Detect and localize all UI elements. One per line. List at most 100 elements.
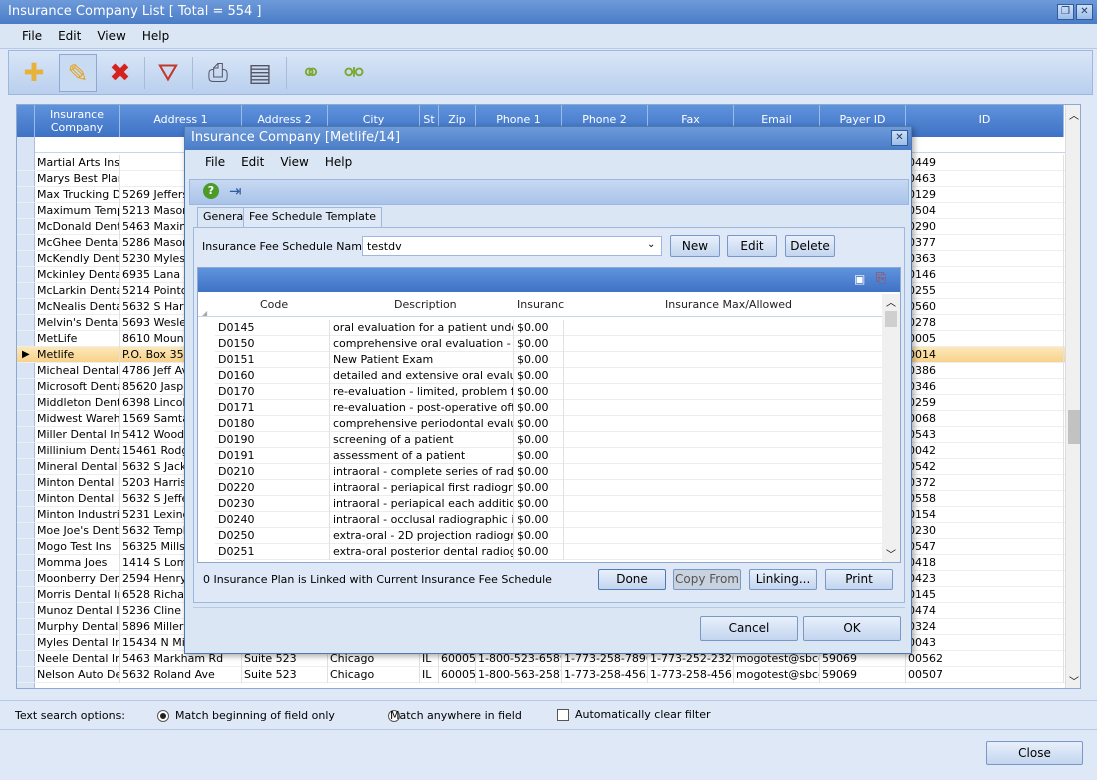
add-icon[interactable]: ✚ [15,54,53,92]
fee-cell-desc: oral evaluation for a patient under [330,320,514,336]
fee-grid-scrollbar[interactable]: ︿ ﹀ [882,294,900,562]
col-description[interactable]: Description [394,298,457,311]
fee-row[interactable]: D0251 extra-oral posterior dental radiogr… [215,544,882,560]
cell-id: 0259 [906,395,1064,411]
fee-row[interactable]: D0250 extra-oral - 2D projection radiogra… [215,528,882,544]
cell-company: McGhee Dental [37,235,120,251]
dialog-close-icon[interactable]: ✕ [891,130,908,146]
fee-row[interactable]: D0191 assessment of a patient $0.00 [215,448,882,464]
cell-id: 0014 [906,347,1064,363]
fee-cell-code: D0160 [215,368,330,384]
fee-cell-code: D0230 [215,496,330,512]
search-options-label: Text search options: [15,709,125,722]
dialog-menu-view[interactable]: View [272,150,316,174]
fee-row[interactable]: D0210 intraoral - complete series of radi… [215,464,882,480]
col-insurance-max[interactable]: Insurance Max/Allowed [665,298,792,311]
tab-fee-schedule-template[interactable]: Fee Schedule Template [243,207,382,228]
cell-email: mogotest@sbcg [736,667,820,683]
grid-scrollbar[interactable]: ︿ ﹀ [1065,105,1080,688]
menu-help[interactable]: Help [134,24,177,48]
cell-id: 0560 [906,299,1064,315]
print-button[interactable]: Print [825,569,893,590]
cell-company: Moe Joe's Dent [37,523,120,539]
fee-scroll-down-icon[interactable]: ﹀ [886,546,896,561]
dialog-menu-help[interactable]: Help [317,150,360,174]
fee-cell-amt: $0.00 [514,464,564,480]
menu-file[interactable]: File [14,24,50,48]
menu-view[interactable]: View [89,24,133,48]
fee-row[interactable]: D0160 detailed and extensive oral evaluat… [215,368,882,384]
fee-row[interactable]: D0145 oral evaluation for a patient under… [215,320,882,336]
fee-row[interactable]: D0170 re-evaluation - limited, problem fo… [215,384,882,400]
ok-button[interactable]: OK [803,616,901,641]
fee-row[interactable]: D0150 comprehensive oral evaluation - ne $… [215,336,882,352]
linking-button[interactable]: Linking... [749,569,817,590]
match-beginning-radio[interactable] [157,710,169,722]
close-icon[interactable]: ✕ [1076,4,1093,20]
scroll-down-icon[interactable]: ﹀ [1069,673,1079,688]
exit-icon[interactable]: ⇥ [229,182,245,200]
cell-company: McKendly Denta [37,251,120,267]
fee-cell-amt: $0.00 [514,544,564,560]
table-row[interactable]: Nelson Auto De 5632 Roland Ave Suite 523 Ch… [17,667,1065,683]
cell-company: Melvin's Dental [37,315,120,331]
toolbar: ✚ ✎ ✖ ⛛ ⎙ ▤ ⚭ ⚮ [8,50,1093,95]
fee-row[interactable]: D0230 intraoral - periapical each additio… [215,496,882,512]
col-id[interactable]: ID [906,105,1064,137]
fee-cell-desc: re-evaluation - post-operative offic [330,400,514,416]
menu-edit[interactable]: Edit [50,24,89,48]
scroll-up-icon[interactable]: ︿ [1069,107,1079,122]
fee-cell-code: D0220 [215,480,330,496]
fee-row[interactable]: D0240 intraoral - occlusal radiographic i… [215,512,882,528]
save-icon[interactable]: ▣ [854,272,865,286]
col-insurance-company[interactable]: Insurance Company [35,105,120,137]
help-icon[interactable]: ? [203,183,219,199]
cell-company: Murphy Dental I [37,619,120,635]
delete-icon[interactable]: ✖ [101,54,139,92]
close-button[interactable]: Close [986,741,1083,765]
unlink-icon[interactable]: ⚮ [335,54,373,92]
fee-scroll-thumb[interactable] [885,311,897,327]
restore-icon[interactable]: ❐ [1057,4,1074,20]
match-anywhere-label[interactable]: Match anywhere in field [390,709,522,722]
fee-row[interactable]: D0151 New Patient Exam $0.00 [215,352,882,368]
auto-clear-label[interactable]: Automatically clear filter [575,708,711,721]
cancel-button[interactable]: Cancel [700,616,798,641]
cell-company: Midwest Wareh [37,411,120,427]
clear-filter-icon[interactable]: ⛛ [149,54,187,92]
col-code[interactable]: Code [260,298,288,311]
cell-addr2: Suite 523 [242,667,328,683]
dialog-menu-edit[interactable]: Edit [233,150,272,174]
match-beginning-label[interactable]: Match beginning of field only [175,709,335,722]
cell-id: 0068 [906,411,1064,427]
cell-company: McNealis Dental [37,299,120,315]
fee-row[interactable]: D0190 screening of a patient $0.00 [215,432,882,448]
copy-from-button[interactable]: Copy From [673,569,741,590]
print-icon[interactable]: ⎙ [199,54,237,92]
edit-icon[interactable]: ✎ [59,54,97,92]
dialog-menu-file[interactable]: File [197,150,233,174]
cell-company: Millinium Dental [37,443,120,459]
link-icon[interactable]: ⚭ [292,54,330,92]
fee-row[interactable]: D0180 comprehensive periodontal evaluati $… [215,416,882,432]
fee-row[interactable]: D0171 re-evaluation - post-operative offi… [215,400,882,416]
done-button[interactable]: Done [598,569,666,590]
cell-id: 0278 [906,315,1064,331]
delete-button[interactable]: Delete [785,235,835,257]
chevron-down-icon[interactable]: ⌄ [647,239,655,250]
export-icon[interactable]: ⎘ [876,271,886,286]
fee-cell-code: D0170 [215,384,330,400]
fee-row[interactable]: D0220 intraoral - periapical first radiog… [215,480,882,496]
edit-button[interactable]: Edit [727,235,777,257]
fee-cell-desc: extra-oral - 2D projection radiograp [330,528,514,544]
auto-clear-checkbox[interactable] [557,709,569,721]
cell-st: IL [420,667,439,683]
fee-cell-amt: $0.00 [514,352,564,368]
print-list-icon[interactable]: ▤ [241,54,279,92]
scroll-thumb[interactable] [1068,410,1080,444]
fee-scroll-up-icon[interactable]: ︿ [886,294,896,309]
col-insurance[interactable]: Insuranc [517,298,564,311]
fee-cell-amt: $0.00 [514,416,564,432]
new-button[interactable]: New [670,235,720,257]
fee-schedule-select[interactable]: testdv ⌄ [362,236,662,256]
